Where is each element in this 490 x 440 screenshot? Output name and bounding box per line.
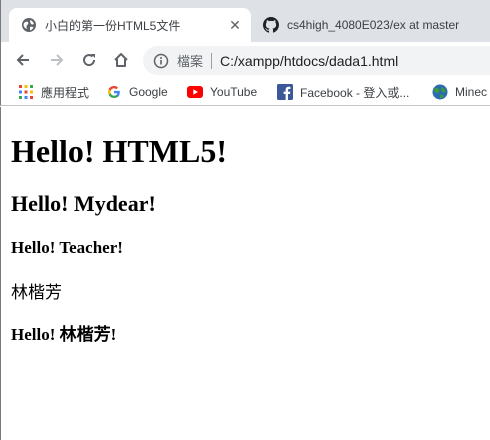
youtube-icon xyxy=(187,84,203,100)
forward-button[interactable] xyxy=(43,46,71,74)
reload-icon xyxy=(83,54,96,67)
minecraft-globe-icon xyxy=(432,84,448,100)
tab-strip: 小白的第一份HTML5文件 ✕ cs4high_4080E023/ex at m… xyxy=(0,0,490,42)
info-icon[interactable] xyxy=(153,53,169,69)
bookmark-facebook[interactable]: Facebook - 登入或... xyxy=(277,82,409,102)
heading-2: Hello! Mydear! xyxy=(11,191,156,216)
heading-1: Hello! HTML5! xyxy=(11,133,227,169)
facebook-icon xyxy=(277,84,293,100)
security-label: 檔案 xyxy=(177,54,204,69)
google-icon xyxy=(106,84,122,100)
page-content: Hello! HTML5! Hello! Mydear! Hello! Teac… xyxy=(0,107,490,440)
reload-button[interactable] xyxy=(75,46,103,74)
bookmark-label: Minec xyxy=(455,85,488,99)
omnibox-separator xyxy=(211,52,213,69)
home-button[interactable] xyxy=(107,46,135,74)
address-bar[interactable]: 檔案 C:/xampp/htdocs/dada1.html xyxy=(143,46,490,75)
heading-3: Hello! Teacher! xyxy=(11,238,123,257)
tab-title: cs4high_4080E023/ex at master xyxy=(287,18,460,32)
tab-title: 小白的第一份HTML5文件 xyxy=(45,18,181,33)
apps-grid-icon xyxy=(18,84,34,100)
tab-active[interactable]: 小白的第一份HTML5文件 ✕ xyxy=(9,8,251,42)
bookmark-label: Google xyxy=(129,85,168,99)
paragraph: 林楷芳 xyxy=(11,283,62,302)
home-icon xyxy=(114,53,128,67)
bookmark-label: 應用程式 xyxy=(41,85,90,100)
back-button[interactable] xyxy=(9,46,37,74)
toolbar: 檔案 C:/xampp/htdocs/dada1.html xyxy=(0,42,490,78)
bookmark-label: YouTube xyxy=(210,85,258,99)
url-text[interactable]: C:/xampp/htdocs/dada1.html xyxy=(220,53,398,69)
bookmark-google[interactable]: Google xyxy=(106,82,168,102)
bookmark-label: Facebook - 登入或... xyxy=(300,85,410,100)
bookmark-apps[interactable]: 應用程式 xyxy=(18,82,89,102)
tab-title-fade xyxy=(467,8,490,42)
back-arrow-icon xyxy=(16,54,29,66)
globe-icon xyxy=(21,17,37,33)
forward-arrow-icon xyxy=(51,54,64,66)
github-icon xyxy=(263,17,279,33)
tab-inactive[interactable]: cs4high_4080E023/ex at master xyxy=(251,8,490,42)
bookmarks-bar: 應用程式 Google YouTube Facebook - 登入或... Mi… xyxy=(0,78,490,106)
close-icon[interactable]: ✕ xyxy=(227,17,243,33)
heading-3-name: Hello! 林楷芳! xyxy=(11,325,117,344)
bookmark-minecraft[interactable]: Minec xyxy=(432,82,487,102)
bookmark-youtube[interactable]: YouTube xyxy=(187,82,257,102)
